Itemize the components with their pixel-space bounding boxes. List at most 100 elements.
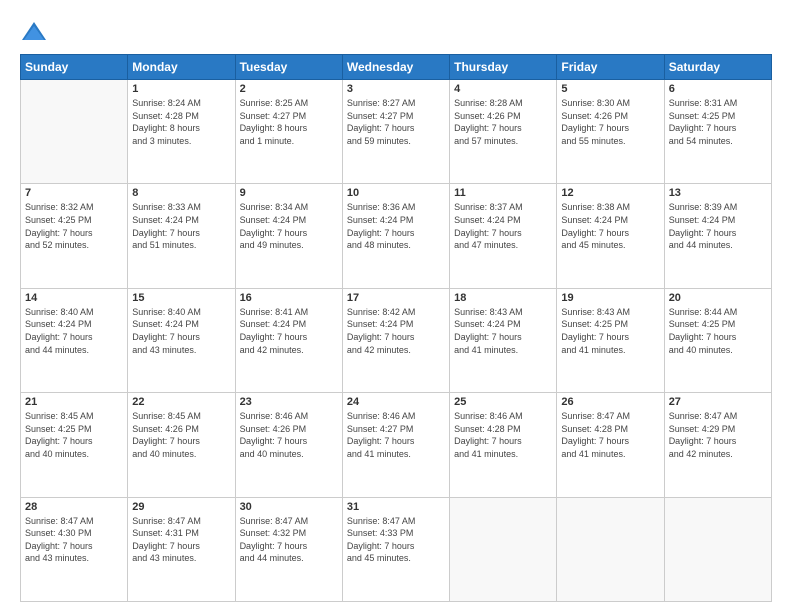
calendar-cell [21, 80, 128, 184]
day-info: Sunrise: 8:46 AMSunset: 4:28 PMDaylight:… [454, 410, 552, 460]
day-info: Sunrise: 8:47 AMSunset: 4:33 PMDaylight:… [347, 515, 445, 565]
day-number: 11 [454, 187, 552, 199]
day-number: 12 [561, 187, 659, 199]
calendar-cell: 25 Sunrise: 8:46 AMSunset: 4:28 PMDayligh… [450, 393, 557, 497]
day-info: Sunrise: 8:43 AMSunset: 4:25 PMDaylight:… [561, 306, 659, 356]
day-info: Sunrise: 8:43 AMSunset: 4:24 PMDaylight:… [454, 306, 552, 356]
calendar-cell: 4 Sunrise: 8:28 AMSunset: 4:26 PMDaylight… [450, 80, 557, 184]
header [20, 18, 772, 46]
day-number: 26 [561, 396, 659, 408]
day-number: 21 [25, 396, 123, 408]
calendar-cell [664, 497, 771, 601]
weekday-header-thursday: Thursday [450, 55, 557, 80]
day-info: Sunrise: 8:36 AMSunset: 4:24 PMDaylight:… [347, 201, 445, 251]
day-info: Sunrise: 8:27 AMSunset: 4:27 PMDaylight:… [347, 97, 445, 147]
calendar-cell: 15 Sunrise: 8:40 AMSunset: 4:24 PMDayligh… [128, 288, 235, 392]
day-info: Sunrise: 8:47 AMSunset: 4:30 PMDaylight:… [25, 515, 123, 565]
calendar-cell: 19 Sunrise: 8:43 AMSunset: 4:25 PMDayligh… [557, 288, 664, 392]
calendar-cell: 8 Sunrise: 8:33 AMSunset: 4:24 PMDaylight… [128, 184, 235, 288]
day-number: 27 [669, 396, 767, 408]
day-number: 18 [454, 292, 552, 304]
day-number: 28 [25, 501, 123, 513]
calendar-cell: 29 Sunrise: 8:47 AMSunset: 4:31 PMDayligh… [128, 497, 235, 601]
day-info: Sunrise: 8:47 AMSunset: 4:28 PMDaylight:… [561, 410, 659, 460]
day-number: 15 [132, 292, 230, 304]
calendar-cell: 12 Sunrise: 8:38 AMSunset: 4:24 PMDayligh… [557, 184, 664, 288]
calendar-cell: 9 Sunrise: 8:34 AMSunset: 4:24 PMDaylight… [235, 184, 342, 288]
calendar-cell: 27 Sunrise: 8:47 AMSunset: 4:29 PMDayligh… [664, 393, 771, 497]
calendar-cell: 6Sunrise: 8:31 AMSunset: 4:25 PMDaylight… [664, 80, 771, 184]
day-info: Sunrise: 8:42 AMSunset: 4:24 PMDaylight:… [347, 306, 445, 356]
weekday-header-wednesday: Wednesday [342, 55, 449, 80]
day-info: Sunrise: 8:38 AMSunset: 4:24 PMDaylight:… [561, 201, 659, 251]
day-info: Sunrise: 8:46 AMSunset: 4:26 PMDaylight:… [240, 410, 338, 460]
day-number: 8 [132, 187, 230, 199]
day-info: Sunrise: 8:47 AMSunset: 4:32 PMDaylight:… [240, 515, 338, 565]
calendar-cell: 17Sunrise: 8:42 AMSunset: 4:24 PMDayligh… [342, 288, 449, 392]
calendar-cell: 2 Sunrise: 8:25 AMSunset: 4:27 PMDaylight… [235, 80, 342, 184]
day-number: 4 [454, 83, 552, 95]
day-info: Sunrise: 8:28 AMSunset: 4:26 PMDaylight:… [454, 97, 552, 147]
day-info: Sunrise: 8:47 AMSunset: 4:29 PMDaylight:… [669, 410, 767, 460]
calendar-cell: 28 Sunrise: 8:47 AMSunset: 4:30 PMDayligh… [21, 497, 128, 601]
day-info: Sunrise: 8:34 AMSunset: 4:24 PMDaylight:… [240, 201, 338, 251]
day-info: Sunrise: 8:45 AMSunset: 4:25 PMDaylight:… [25, 410, 123, 460]
day-info: Sunrise: 8:41 AMSunset: 4:24 PMDaylight:… [240, 306, 338, 356]
calendar-cell [450, 497, 557, 601]
day-info: Sunrise: 8:40 AMSunset: 4:24 PMDaylight:… [132, 306, 230, 356]
day-number: 7 [25, 187, 123, 199]
day-number: 5 [561, 83, 659, 95]
day-number: 25 [454, 396, 552, 408]
calendar-cell: 22 Sunrise: 8:45 AMSunset: 4:26 PMDayligh… [128, 393, 235, 497]
day-number: 29 [132, 501, 230, 513]
day-info: Sunrise: 8:24 AMSunset: 4:28 PMDaylight:… [132, 97, 230, 147]
day-number: 9 [240, 187, 338, 199]
day-info: Sunrise: 8:37 AMSunset: 4:24 PMDaylight:… [454, 201, 552, 251]
day-number: 14 [25, 292, 123, 304]
calendar-cell: 21 Sunrise: 8:45 AMSunset: 4:25 PMDayligh… [21, 393, 128, 497]
calendar-cell: 3Sunrise: 8:27 AMSunset: 4:27 PMDaylight… [342, 80, 449, 184]
day-info: Sunrise: 8:46 AMSunset: 4:27 PMDaylight:… [347, 410, 445, 460]
calendar-cell: 23 Sunrise: 8:46 AMSunset: 4:26 PMDayligh… [235, 393, 342, 497]
day-number: 13 [669, 187, 767, 199]
calendar-cell: 18 Sunrise: 8:43 AMSunset: 4:24 PMDayligh… [450, 288, 557, 392]
logo-icon [20, 18, 48, 46]
day-number: 16 [240, 292, 338, 304]
page: SundayMondayTuesdayWednesdayThursdayFrid… [0, 0, 792, 612]
day-info: Sunrise: 8:44 AMSunset: 4:25 PMDaylight:… [669, 306, 767, 356]
day-info: Sunrise: 8:45 AMSunset: 4:26 PMDaylight:… [132, 410, 230, 460]
day-number: 31 [347, 501, 445, 513]
calendar-cell: 31 Sunrise: 8:47 AMSunset: 4:33 PMDayligh… [342, 497, 449, 601]
logo [20, 18, 52, 46]
day-number: 19 [561, 292, 659, 304]
calendar-cell: 13 Sunrise: 8:39 AMSunset: 4:24 PMDayligh… [664, 184, 771, 288]
day-number: 10 [347, 187, 445, 199]
weekday-header-friday: Friday [557, 55, 664, 80]
calendar-cell: 14 Sunrise: 8:40 AMSunset: 4:24 PMDayligh… [21, 288, 128, 392]
calendar-cell: 20 Sunrise: 8:44 AMSunset: 4:25 PMDayligh… [664, 288, 771, 392]
day-info: Sunrise: 8:25 AMSunset: 4:27 PMDaylight:… [240, 97, 338, 147]
day-number: 20 [669, 292, 767, 304]
day-number: 6 [669, 83, 767, 95]
day-number: 23 [240, 396, 338, 408]
day-info: Sunrise: 8:39 AMSunset: 4:24 PMDaylight:… [669, 201, 767, 251]
calendar-cell [557, 497, 664, 601]
day-info: Sunrise: 8:47 AMSunset: 4:31 PMDaylight:… [132, 515, 230, 565]
day-number: 22 [132, 396, 230, 408]
weekday-header-tuesday: Tuesday [235, 55, 342, 80]
day-number: 2 [240, 83, 338, 95]
calendar: SundayMondayTuesdayWednesdayThursdayFrid… [20, 54, 772, 602]
calendar-cell: 7 Sunrise: 8:32 AMSunset: 4:25 PMDaylight… [21, 184, 128, 288]
weekday-header-sunday: Sunday [21, 55, 128, 80]
weekday-header-monday: Monday [128, 55, 235, 80]
day-info: Sunrise: 8:33 AMSunset: 4:24 PMDaylight:… [132, 201, 230, 251]
calendar-cell: 26 Sunrise: 8:47 AMSunset: 4:28 PMDayligh… [557, 393, 664, 497]
day-info: Sunrise: 8:30 AMSunset: 4:26 PMDaylight:… [561, 97, 659, 147]
calendar-cell: 1 Sunrise: 8:24 AMSunset: 4:28 PMDaylight… [128, 80, 235, 184]
calendar-cell: 30 Sunrise: 8:47 AMSunset: 4:32 PMDayligh… [235, 497, 342, 601]
day-info: Sunrise: 8:40 AMSunset: 4:24 PMDaylight:… [25, 306, 123, 356]
day-number: 1 [132, 83, 230, 95]
calendar-cell: 10 Sunrise: 8:36 AMSunset: 4:24 PMDayligh… [342, 184, 449, 288]
day-info: Sunrise: 8:32 AMSunset: 4:25 PMDaylight:… [25, 201, 123, 251]
day-number: 30 [240, 501, 338, 513]
